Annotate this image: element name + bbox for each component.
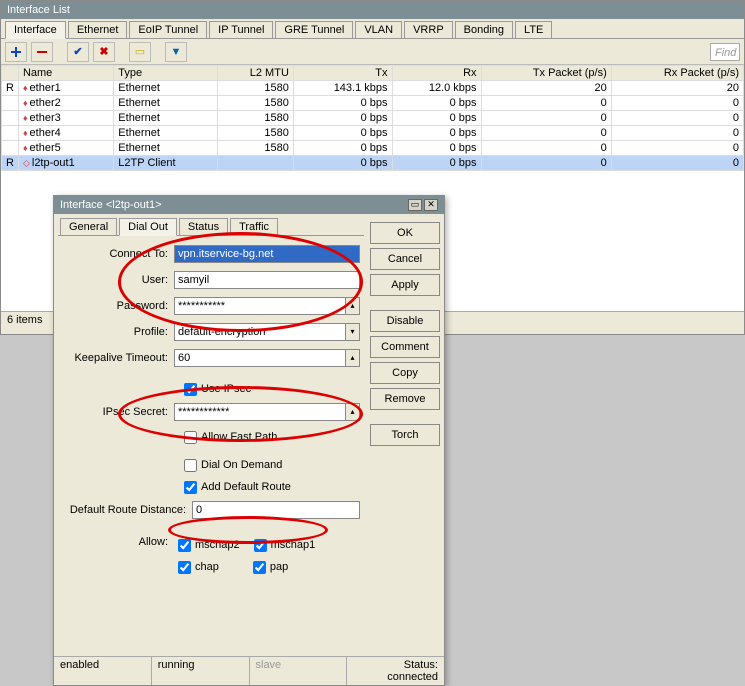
- copy-button[interactable]: Copy: [370, 362, 440, 384]
- disable-button[interactable]: Disable: [370, 310, 440, 332]
- col-header[interactable]: Tx: [293, 66, 392, 81]
- dialog-tab-traffic[interactable]: Traffic: [230, 218, 278, 235]
- default-route-dist-input[interactable]: 0: [192, 501, 360, 519]
- connect-to-label: Connect To:: [62, 248, 174, 260]
- keepalive-label: Keepalive Timeout:: [62, 352, 174, 364]
- profile-label: Profile:: [62, 326, 174, 338]
- dialog-form: Connect To: vpn.itservice-bg.net User: s…: [58, 236, 364, 681]
- pap-label: pap: [270, 561, 288, 573]
- main-title: Interface List: [7, 4, 70, 16]
- dialog-status-bar: enabled running slave Status: connected: [54, 656, 444, 685]
- user-input[interactable]: samyil: [174, 271, 360, 289]
- dialog-buttons: OK Cancel Apply Disable Comment Copy Rem…: [370, 218, 440, 681]
- tab-bonding[interactable]: Bonding: [455, 21, 513, 38]
- tab-interface[interactable]: Interface: [5, 21, 66, 39]
- dialog-tab-status[interactable]: Status: [179, 218, 228, 235]
- col-header[interactable]: Type: [114, 66, 218, 81]
- tab-vlan[interactable]: VLAN: [355, 21, 402, 38]
- close-icon[interactable]: ✕: [424, 199, 438, 211]
- dialog-title: Interface <l2tp-out1>: [60, 199, 162, 211]
- keepalive-arrow[interactable]: ▴: [346, 349, 360, 367]
- user-label: User:: [62, 274, 174, 286]
- dial-on-demand-checkbox[interactable]: [184, 459, 197, 472]
- add-button[interactable]: [5, 42, 27, 62]
- tab-eoip-tunnel[interactable]: EoIP Tunnel: [129, 21, 207, 38]
- profile-select[interactable]: default-encryption: [174, 323, 346, 341]
- profile-dropdown-arrow[interactable]: ▾: [346, 323, 360, 341]
- status-connected: Status: connected: [347, 657, 444, 685]
- table-row[interactable]: ♦ether4Ethernet15800 bps0 bps00: [2, 126, 744, 141]
- remove-button[interactable]: [31, 42, 53, 62]
- main-title-bar: Interface List: [1, 1, 744, 19]
- main-toolbar: ✔ ✖ ▭ ▼ Find: [1, 39, 744, 65]
- add-default-route-checkbox[interactable]: [184, 481, 197, 494]
- dialog-tab-general[interactable]: General: [60, 218, 117, 235]
- dialog-title-bar: Interface <l2tp-out1> ▭ ✕: [54, 196, 444, 214]
- password-input[interactable]: ***********: [174, 297, 346, 315]
- minimize-icon[interactable]: ▭: [408, 199, 422, 211]
- col-header[interactable]: L2 MTU: [218, 66, 294, 81]
- find-input[interactable]: Find: [710, 43, 740, 61]
- table-row[interactable]: ♦ether5Ethernet15800 bps0 bps00: [2, 141, 744, 156]
- status-slave: slave: [250, 657, 348, 685]
- apply-button[interactable]: Apply: [370, 274, 440, 296]
- tab-ethernet[interactable]: Ethernet: [68, 21, 128, 38]
- remove-button[interactable]: Remove: [370, 388, 440, 410]
- col-header[interactable]: [2, 66, 19, 81]
- status-enabled: enabled: [54, 657, 152, 685]
- cancel-button[interactable]: Cancel: [370, 248, 440, 270]
- col-header[interactable]: Rx Packet (p/s): [611, 66, 743, 81]
- add-default-route-label: Add Default Route: [201, 481, 291, 493]
- col-header[interactable]: Tx Packet (p/s): [481, 66, 611, 81]
- dialog-tabs: GeneralDial OutStatusTraffic: [58, 218, 364, 236]
- chap-label: chap: [195, 561, 219, 573]
- connect-to-input[interactable]: vpn.itservice-bg.net: [174, 245, 360, 263]
- torch-button[interactable]: Torch: [370, 424, 440, 446]
- tab-vrrp[interactable]: VRRP: [404, 21, 453, 38]
- enable-button[interactable]: ✔: [67, 42, 89, 62]
- interface-table: NameTypeL2 MTUTxRxTx Packet (p/s)Rx Pack…: [1, 65, 744, 171]
- default-route-dist-label: Default Route Distance:: [62, 504, 192, 516]
- password-label: Password:: [62, 300, 174, 312]
- col-header[interactable]: Name: [18, 66, 113, 81]
- comment-button[interactable]: Comment: [370, 336, 440, 358]
- table-row[interactable]: ♦ether2Ethernet15800 bps0 bps00: [2, 96, 744, 111]
- use-ipsec-label: Use IPsec: [201, 383, 251, 395]
- dial-on-demand-label: Dial On Demand: [201, 459, 282, 471]
- disable-button[interactable]: ✖: [93, 42, 115, 62]
- pap-checkbox[interactable]: [253, 561, 266, 574]
- interface-dialog: Interface <l2tp-out1> ▭ ✕ GeneralDial Ou…: [53, 195, 445, 686]
- keepalive-input[interactable]: 60: [174, 349, 346, 367]
- use-ipsec-checkbox[interactable]: [184, 383, 197, 396]
- allow-label: Allow:: [62, 536, 174, 548]
- table-row[interactable]: R♦ether1Ethernet1580143.1 kbps12.0 kbps2…: [2, 81, 744, 96]
- col-header[interactable]: Rx: [392, 66, 481, 81]
- allow-fastpath-checkbox[interactable]: [184, 431, 197, 444]
- mschap2-checkbox[interactable]: [178, 539, 191, 552]
- ipsec-secret-input[interactable]: ************: [174, 403, 346, 421]
- comment-button[interactable]: ▭: [129, 42, 151, 62]
- ok-button[interactable]: OK: [370, 222, 440, 244]
- ipsec-secret-label: IPsec Secret:: [62, 406, 174, 418]
- table-row[interactable]: R◇l2tp-out1L2TP Client0 bps0 bps00: [2, 156, 744, 171]
- mschap1-label: mschap1: [271, 539, 316, 551]
- tab-ip-tunnel[interactable]: IP Tunnel: [209, 21, 273, 38]
- dialog-tab-dial-out[interactable]: Dial Out: [119, 218, 177, 236]
- mschap1-checkbox[interactable]: [254, 539, 267, 552]
- chap-checkbox[interactable]: [178, 561, 191, 574]
- mschap2-label: mschap2: [195, 539, 240, 551]
- table-row[interactable]: ♦ether3Ethernet15800 bps0 bps00: [2, 111, 744, 126]
- tab-lte[interactable]: LTE: [515, 21, 552, 38]
- main-tabs: InterfaceEthernetEoIP TunnelIP TunnelGRE…: [1, 19, 744, 39]
- password-reveal-arrow[interactable]: ▴: [346, 297, 360, 315]
- ipsec-secret-arrow[interactable]: ▴: [346, 403, 360, 421]
- tab-gre-tunnel[interactable]: GRE Tunnel: [275, 21, 353, 38]
- allow-fastpath-label: Allow Fast Path: [201, 431, 277, 443]
- status-running: running: [152, 657, 250, 685]
- filter-button[interactable]: ▼: [165, 42, 187, 62]
